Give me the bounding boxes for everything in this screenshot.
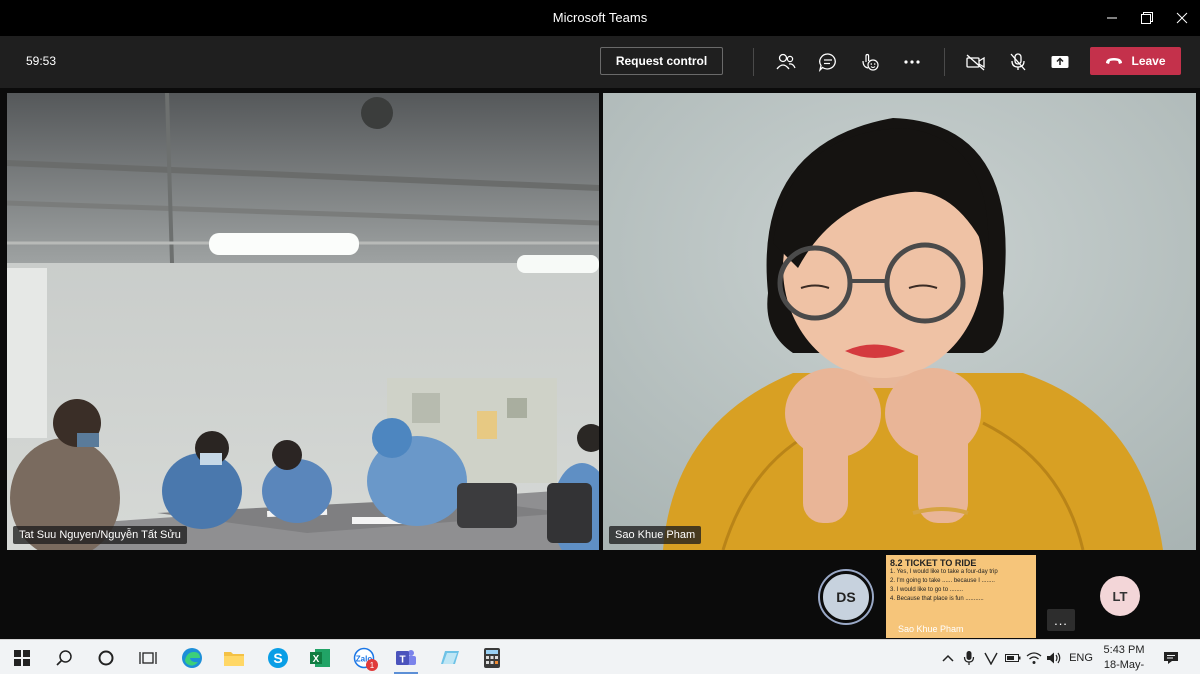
notification-badge: 1 xyxy=(366,659,378,671)
close-icon xyxy=(1176,12,1188,24)
people-button[interactable] xyxy=(772,48,800,76)
avatar-ds[interactable]: DS xyxy=(820,571,872,623)
calculator-icon xyxy=(484,648,500,668)
cortana-button[interactable] xyxy=(86,642,126,674)
windows-logo-icon xyxy=(14,650,30,666)
microphone-icon xyxy=(963,651,975,665)
tray-overflow-button[interactable] xyxy=(940,648,956,668)
taskbar-zalo[interactable]: Zalo 1 xyxy=(344,642,384,674)
window-title: Microsoft Teams xyxy=(552,10,648,25)
shared-content-line: 2. I'm going to take ...... because I ..… xyxy=(890,578,995,584)
camera-off-icon xyxy=(966,54,985,71)
clock-time: 5:43 PM xyxy=(1103,644,1145,656)
close-button[interactable] xyxy=(1162,0,1200,36)
share-icon xyxy=(1051,56,1069,68)
minimize-icon xyxy=(1107,17,1117,19)
more-participants-button[interactable]: ... xyxy=(1047,609,1075,631)
edge-icon xyxy=(182,648,202,668)
more-icon xyxy=(904,60,920,64)
request-control-button[interactable]: Request control xyxy=(600,47,723,75)
shared-content-line: 3. I would like to go to ........ xyxy=(890,587,964,593)
clock-date: 18-May-21 xyxy=(1103,659,1145,671)
shared-content-line: 1. Yes, I would like to take a four-day … xyxy=(890,569,998,575)
meeting-room-video xyxy=(7,93,599,550)
reactions-button[interactable] xyxy=(856,48,884,76)
taskbar-clock[interactable]: 5:43 PM 18-May-21 xyxy=(1098,643,1150,674)
share-screen-button[interactable] xyxy=(1046,48,1074,76)
restore-icon xyxy=(1141,12,1153,24)
taskbar-edge[interactable] xyxy=(172,642,212,674)
chat-icon xyxy=(818,53,836,72)
toolbar-divider xyxy=(753,48,754,76)
participant-name-tag: Tat Suu Nguyen/Nguyễn Tất Sửu xyxy=(13,526,187,544)
volume-icon xyxy=(1047,652,1061,664)
search-icon xyxy=(56,650,72,666)
wifi-icon xyxy=(1026,652,1042,664)
tray-volume[interactable] xyxy=(1045,648,1063,668)
teams-icon: T xyxy=(396,650,416,666)
start-button[interactable] xyxy=(2,642,42,674)
taskbar-file-explorer[interactable] xyxy=(214,642,254,674)
reactions-icon xyxy=(862,53,879,71)
more-actions-button[interactable] xyxy=(898,48,926,76)
cortana-icon xyxy=(98,650,114,666)
chevron-up-icon xyxy=(942,654,954,662)
battery-icon xyxy=(1005,654,1021,662)
tray-microphone[interactable] xyxy=(960,648,978,668)
taskbar-calculator[interactable] xyxy=(472,642,512,674)
video-tile-tat-suu-nguyen[interactable]: Tat Suu Nguyen/Nguyễn Tất Sửu xyxy=(7,93,599,550)
participant-strip: DS 8.2 TICKET TO RIDE 1. Yes, I would li… xyxy=(0,550,1200,639)
meeting-timer: 59:53 xyxy=(26,54,57,68)
shared-content-line: 4. Because that place is fun ........... xyxy=(890,596,984,602)
meeting-stage: Tat Suu Nguyen/Nguyễn Tất Sửu Sao Khue P… xyxy=(0,88,1200,639)
svg-text:X: X xyxy=(313,654,320,665)
video-tile-sao-khue-pham[interactable]: Sao Khue Pham xyxy=(603,93,1196,550)
windows-taskbar: S X Zalo 1 T ENG 5:43 PM 18-May-21 xyxy=(0,639,1200,674)
mic-toggle-button[interactable] xyxy=(1004,48,1032,76)
tray-language[interactable]: ENG xyxy=(1066,648,1096,668)
svg-text:T: T xyxy=(399,655,405,666)
people-icon xyxy=(776,53,796,70)
taskbar-skype[interactable]: S xyxy=(258,642,298,674)
task-view-icon xyxy=(139,652,157,664)
note-app-icon xyxy=(441,651,459,664)
task-view-button[interactable] xyxy=(128,642,168,674)
phone-hangup-icon xyxy=(1106,58,1123,64)
notification-icon xyxy=(1164,652,1178,664)
skype-icon: S xyxy=(268,648,288,668)
shared-content-title: 8.2 TICKET TO RIDE xyxy=(890,558,977,568)
toolbar-divider xyxy=(944,48,945,76)
taskbar-excel[interactable]: X xyxy=(300,642,340,674)
camera-toggle-button[interactable] xyxy=(962,48,990,76)
title-bar: Microsoft Teams xyxy=(0,0,1200,36)
leave-label: Leave xyxy=(1131,54,1166,68)
search-button[interactable] xyxy=(44,642,84,674)
meeting-toolbar: 59:53 Request control Leave xyxy=(0,36,1200,88)
webcam-video xyxy=(603,93,1196,550)
taskbar-app[interactable] xyxy=(430,642,470,674)
tray-vpn[interactable] xyxy=(982,648,1000,668)
leave-button[interactable]: Leave xyxy=(1090,47,1181,75)
participant-name-tag: Sao Khue Pham xyxy=(609,526,702,544)
folder-icon xyxy=(224,652,244,666)
shared-content-presenter: Sao Khue Pham xyxy=(898,624,964,634)
tray-wifi[interactable] xyxy=(1025,648,1043,668)
minimize-button[interactable] xyxy=(1092,0,1132,36)
action-center-button[interactable] xyxy=(1160,648,1182,668)
taskbar-teams[interactable]: T xyxy=(386,642,426,674)
avatar-lt[interactable]: LT xyxy=(1100,576,1140,616)
tray-battery[interactable] xyxy=(1004,648,1022,668)
svg-text:S: S xyxy=(273,650,282,666)
restore-button[interactable] xyxy=(1127,0,1167,36)
vpn-icon xyxy=(984,652,998,665)
excel-icon: X xyxy=(310,649,330,667)
chat-button[interactable] xyxy=(814,48,842,76)
mic-off-icon xyxy=(1010,53,1026,71)
shared-content-thumbnail[interactable]: 8.2 TICKET TO RIDE 1. Yes, I would like … xyxy=(886,555,1036,638)
